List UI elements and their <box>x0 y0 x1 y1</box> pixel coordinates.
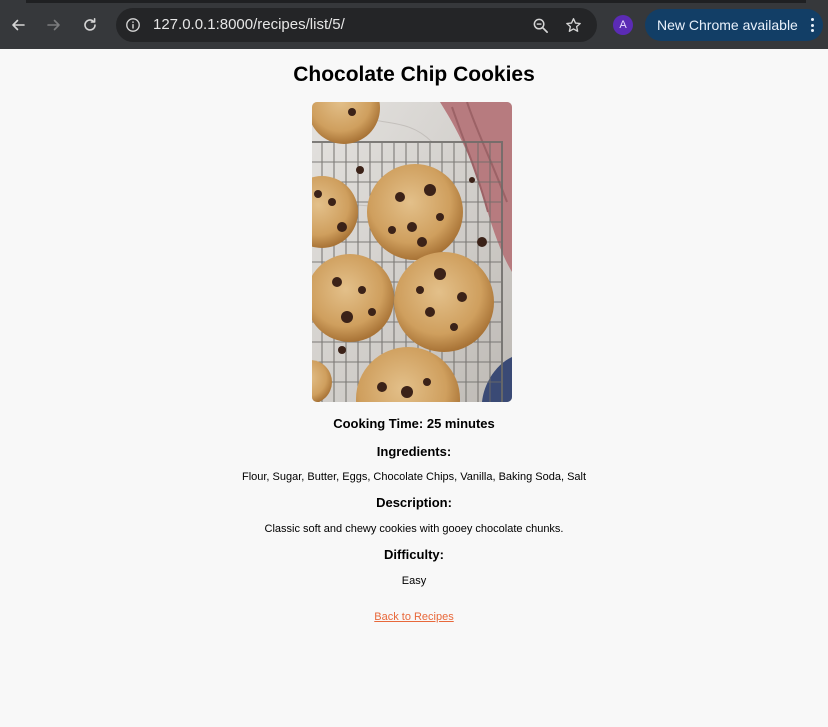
reload-button[interactable] <box>77 12 103 38</box>
update-label: New Chrome available <box>657 17 798 33</box>
recipe-title: Chocolate Chip Cookies <box>293 63 535 86</box>
profile-avatar[interactable]: A <box>613 15 633 35</box>
more-vert-icon[interactable] <box>809 18 815 32</box>
back-button[interactable] <box>5 12 31 38</box>
arrow-left-icon <box>12 19 25 31</box>
recipe-image <box>312 102 512 402</box>
description-text: Classic soft and chewy cookies with gooe… <box>264 523 564 535</box>
site-info-icon[interactable] <box>124 16 142 34</box>
reload-icon <box>84 18 96 31</box>
ingredients-heading: Ingredients: <box>376 444 452 459</box>
bookmark-star-icon[interactable] <box>564 16 582 34</box>
browser-toolbar: 127.0.0.1:8000/recipes/list/5/ A New Chr… <box>0 0 828 49</box>
zoom-icon[interactable] <box>531 16 549 34</box>
cookie-photo <box>312 102 512 402</box>
description-heading: Description: <box>376 495 452 510</box>
forward-button[interactable] <box>41 12 67 38</box>
chrome-update-button[interactable]: New Chrome available <box>645 9 823 41</box>
back-to-recipes-link[interactable]: Back to Recipes <box>374 611 453 623</box>
recipe-detail-page: Chocolate Chip Cookies Cooking Time: 25 … <box>0 49 828 727</box>
back-link-row: Back to Recipes <box>0 609 828 624</box>
ingredients-text: Flour, Sugar, Butter, Eggs, Chocolate Ch… <box>241 471 587 483</box>
url-host: 127.0.0.1 <box>153 16 216 33</box>
url-path: :8000/recipes/list/5/ <box>215 16 345 33</box>
cooking-time: Cooking Time: 25 minutes <box>333 416 495 431</box>
difficulty-value: Easy <box>401 575 427 587</box>
address-bar[interactable]: 127.0.0.1:8000/recipes/list/5/ <box>116 8 597 42</box>
difficulty-heading: Difficulty: <box>384 547 444 562</box>
arrow-right-icon <box>47 19 60 31</box>
tab-strip-edge <box>0 0 828 3</box>
url-text[interactable]: 127.0.0.1:8000/recipes/list/5/ <box>153 8 345 42</box>
